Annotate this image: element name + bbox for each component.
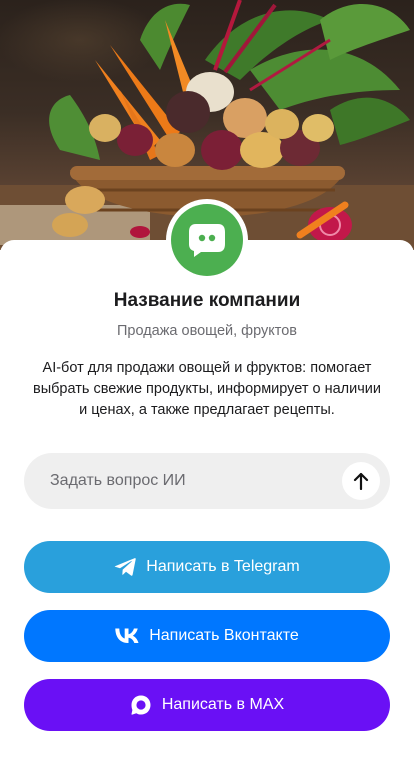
max-icon	[131, 695, 151, 715]
chat-bot-icon	[189, 224, 225, 257]
vk-icon	[115, 628, 139, 643]
telegram-icon	[114, 558, 137, 576]
max-button[interactable]: Написать в MAX	[24, 679, 390, 731]
ask-ai-box	[24, 453, 390, 509]
ask-ai-input[interactable]	[48, 471, 342, 491]
company-description: AI-бот для продажи овощей и фруктов: пом…	[33, 360, 381, 418]
company-tagline: Продажа овощей, фруктов	[116, 323, 298, 339]
vk-button[interactable]: Написать Вконтакте	[24, 610, 390, 662]
send-button[interactable]	[342, 462, 380, 500]
company-name: Название компании	[113, 290, 301, 311]
vk-button-label: Написать Вконтакте	[149, 627, 299, 644]
telegram-button[interactable]: Написать в Telegram	[24, 541, 390, 593]
telegram-button-label: Написать в Telegram	[146, 558, 300, 575]
avatar-circle	[171, 204, 243, 276]
max-button-label: Написать в MAX	[161, 696, 285, 713]
arrow-up-icon	[353, 472, 369, 490]
company-avatar	[166, 199, 248, 281]
